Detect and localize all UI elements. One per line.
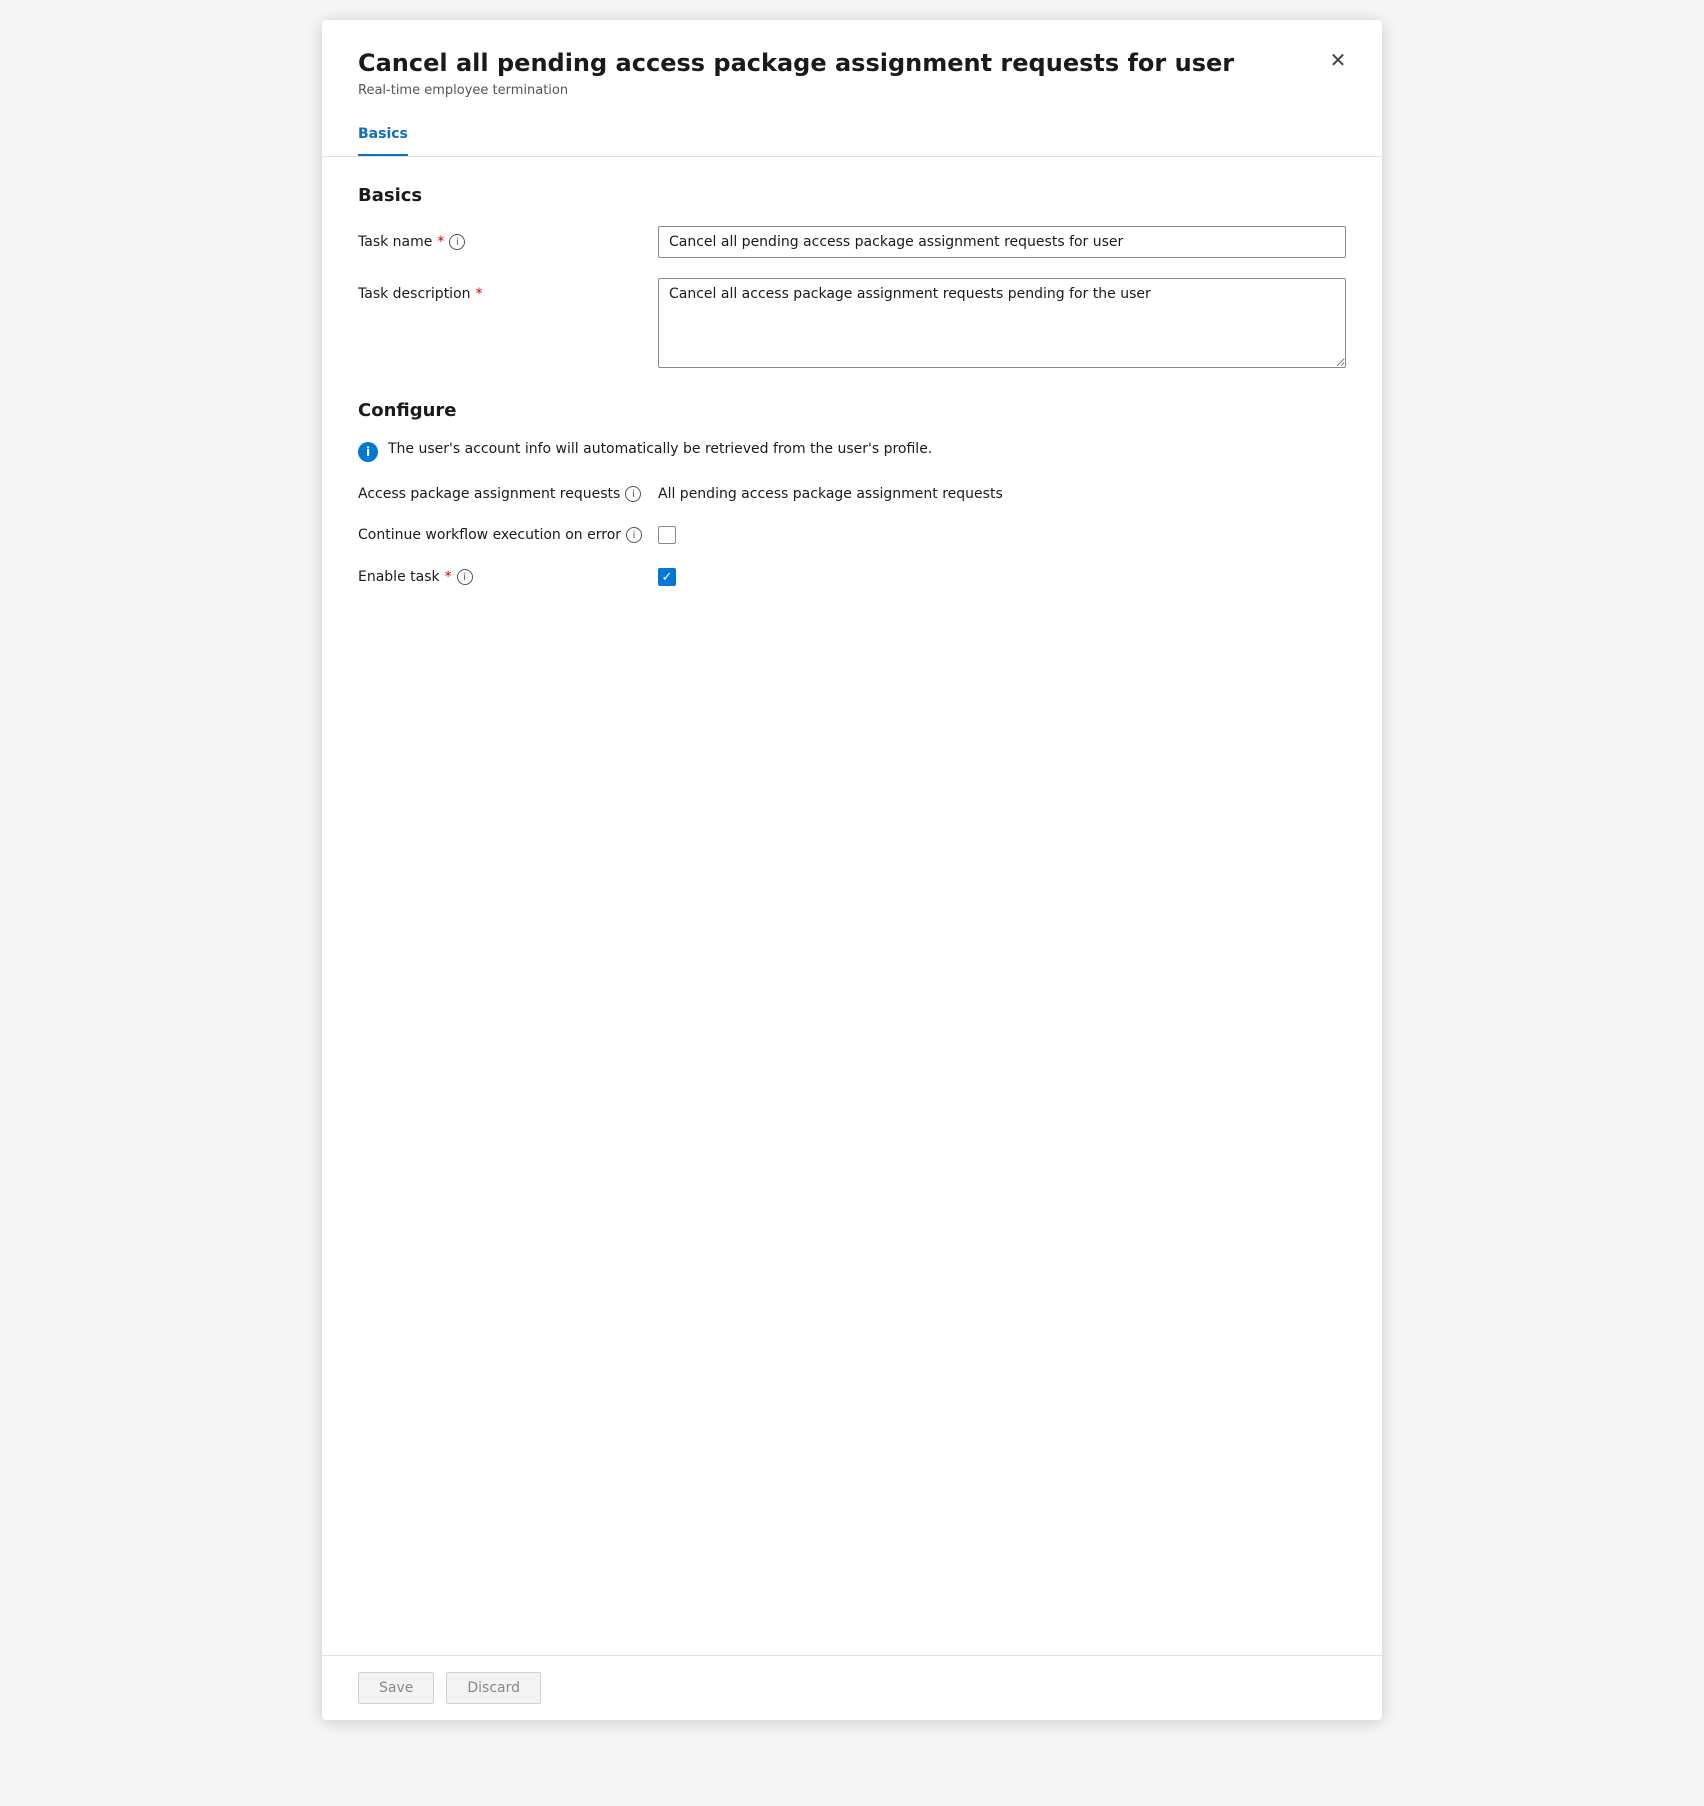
- close-button[interactable]: ✕: [1322, 44, 1354, 76]
- continue-workflow-label: Continue workflow execution on error i: [358, 527, 658, 543]
- continue-workflow-info-icon[interactable]: i: [626, 527, 642, 543]
- task-name-label: Task name * i: [358, 226, 658, 250]
- tab-basics[interactable]: Basics: [358, 114, 408, 156]
- dialog-header: Cancel all pending access package assign…: [322, 20, 1382, 114]
- checkmark-icon: ✓: [662, 570, 673, 585]
- configure-section: Configure i The user's account info will…: [358, 400, 1346, 586]
- info-banner: i The user's account info will automatic…: [358, 441, 1346, 462]
- access-package-value: All pending access package assignment re…: [658, 486, 1003, 502]
- tabs-bar: Basics: [322, 114, 1382, 157]
- task-description-control: Cancel all access package assignment req…: [658, 278, 1346, 372]
- task-name-row: Task name * i: [358, 226, 1346, 258]
- continue-workflow-checkbox[interactable]: [658, 526, 676, 544]
- access-package-row: Access package assignment requests i All…: [358, 486, 1346, 502]
- task-name-info-icon[interactable]: i: [449, 234, 465, 250]
- dialog: Cancel all pending access package assign…: [322, 20, 1382, 1720]
- info-banner-text: The user's account info will automatical…: [388, 441, 932, 457]
- dialog-footer: Save Discard: [322, 1655, 1382, 1720]
- dialog-subtitle: Real-time employee termination: [358, 83, 1346, 98]
- enable-task-checkbox-wrapper[interactable]: ✓: [658, 568, 676, 586]
- task-name-input[interactable]: [658, 226, 1346, 258]
- task-description-row: Task description * Cancel all access pac…: [358, 278, 1346, 372]
- dialog-body: Basics Task name * i Task description * …: [322, 157, 1382, 1655]
- enable-task-checkbox[interactable]: ✓: [658, 568, 676, 586]
- enable-task-label: Enable task * i: [358, 569, 658, 585]
- continue-workflow-row: Continue workflow execution on error i: [358, 526, 1346, 544]
- task-name-required: *: [437, 234, 444, 250]
- dialog-title: Cancel all pending access package assign…: [358, 48, 1346, 79]
- info-banner-icon: i: [358, 442, 378, 462]
- task-name-control: [658, 226, 1346, 258]
- basics-heading: Basics: [358, 185, 1346, 206]
- task-description-required: *: [476, 286, 483, 302]
- save-button[interactable]: Save: [358, 1672, 434, 1704]
- discard-button[interactable]: Discard: [446, 1672, 541, 1704]
- continue-workflow-checkbox-wrapper[interactable]: [658, 526, 676, 544]
- access-package-label: Access package assignment requests i: [358, 486, 658, 502]
- enable-task-row: Enable task * i ✓: [358, 568, 1346, 586]
- task-description-input[interactable]: Cancel all access package assignment req…: [658, 278, 1346, 368]
- enable-task-info-icon[interactable]: i: [457, 569, 473, 585]
- enable-task-required: *: [445, 569, 452, 585]
- task-description-label: Task description *: [358, 278, 658, 302]
- access-package-info-icon[interactable]: i: [625, 486, 641, 502]
- configure-heading: Configure: [358, 400, 1346, 421]
